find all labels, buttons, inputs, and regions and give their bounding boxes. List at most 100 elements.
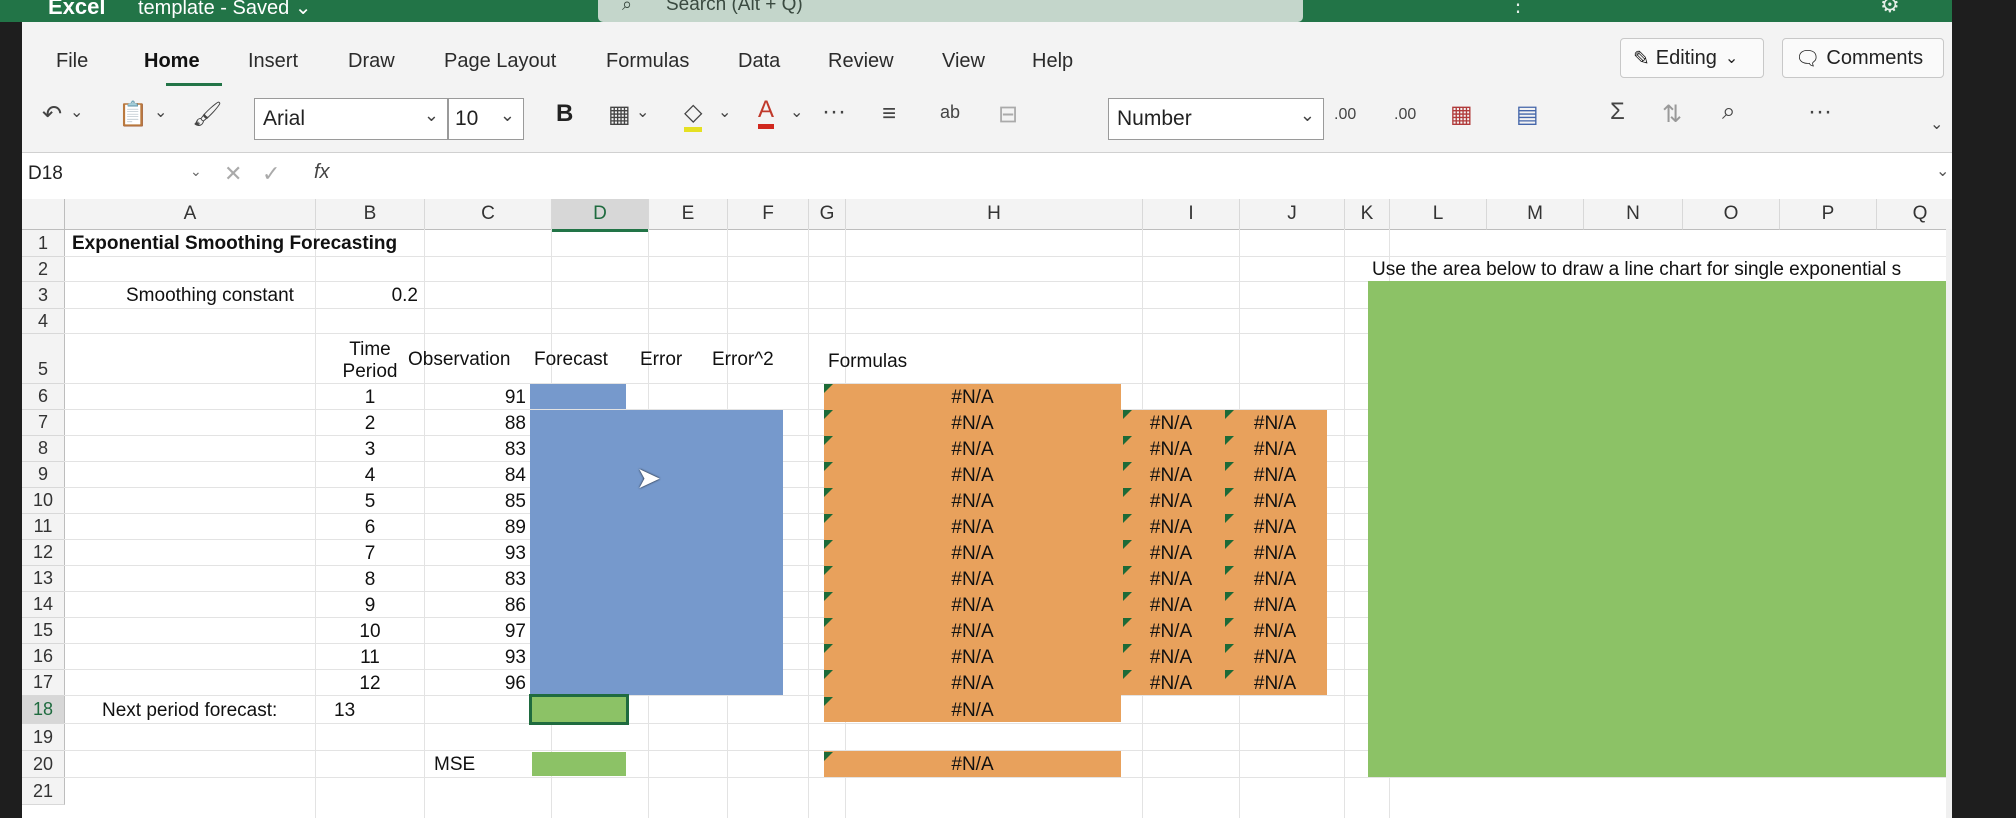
column-header-b[interactable]: B (316, 199, 425, 230)
row-header-18[interactable]: 18 (22, 696, 65, 724)
name-box-dropdown-icon[interactable]: ⌄ (190, 163, 202, 180)
row-header-21[interactable]: 21 (22, 778, 65, 805)
tab-home[interactable]: Home (144, 50, 200, 73)
time-period-cell[interactable]: 12 (318, 673, 422, 695)
time-period-cell[interactable]: 7 (318, 543, 422, 565)
font-color-icon[interactable]: A (758, 96, 775, 129)
formula-na-h[interactable]: #N/A (824, 517, 1121, 539)
formulas-header[interactable]: Formulas (828, 351, 907, 373)
observation-cell[interactable]: 93 (426, 647, 526, 669)
formula-na-j[interactable]: #N/A (1225, 465, 1325, 487)
expand-formula-bar-icon[interactable]: ⌄ (1936, 161, 1949, 181)
formula-na-h[interactable]: #N/A (824, 413, 1121, 435)
mse-label[interactable]: MSE (434, 754, 475, 776)
enter-icon[interactable]: ✓ (262, 161, 280, 187)
expand-ribbon-icon[interactable]: ⌄ (1930, 114, 1943, 134)
column-header-p[interactable]: P (1780, 199, 1877, 230)
column-header-o[interactable]: O (1683, 199, 1780, 230)
error-squared-header[interactable]: Error^2 (712, 349, 774, 371)
more-options-button[interactable]: ··· (1808, 98, 1832, 126)
column-header-a[interactable]: A (65, 199, 316, 230)
formula-na-i[interactable]: #N/A (1121, 465, 1221, 487)
formula-na-h[interactable]: #N/A (824, 673, 1121, 695)
row-header-3[interactable]: 3 (22, 282, 65, 309)
time-period-cell[interactable]: 11 (318, 647, 422, 669)
sort-filter-icon[interactable]: ⇅ (1662, 100, 1682, 129)
editing-button[interactable]: ✎ Editing ⌄ (1620, 38, 1764, 78)
column-header-h[interactable]: H (846, 199, 1143, 230)
observation-cell[interactable]: 85 (426, 491, 526, 513)
increase-decimal-button[interactable]: .00 (1334, 106, 1356, 124)
time-period-cell[interactable]: 3 (318, 439, 422, 461)
font-size-select[interactable]: 10 ⌄ (448, 98, 524, 140)
find-icon[interactable]: ⌕ (1722, 98, 1735, 126)
format-as-table-icon[interactable]: ▤ (1516, 100, 1539, 129)
column-header-i[interactable]: I (1143, 199, 1240, 230)
paste-icon[interactable]: 📋 (118, 100, 148, 129)
formula-na-h[interactable]: #N/A (824, 439, 1121, 461)
formula-na-i[interactable]: #N/A (1121, 621, 1221, 643)
observation-cell[interactable]: 93 (426, 543, 526, 565)
merge-icon[interactable]: ⊟ (998, 100, 1018, 129)
select-all-corner[interactable] (22, 199, 65, 230)
formula-na-h[interactable]: #N/A (824, 465, 1121, 487)
formula-na-j[interactable]: #N/A (1225, 413, 1325, 435)
format-painter-icon[interactable]: 🖌 (192, 100, 222, 129)
time-period-cell[interactable]: 6 (318, 517, 422, 539)
observation-cell[interactable]: 83 (426, 439, 526, 461)
row-header-7[interactable]: 7 (22, 410, 65, 436)
time-period-cell[interactable]: 10 (318, 621, 422, 643)
formula-na-h[interactable]: #N/A (824, 569, 1121, 591)
row-header-1[interactable]: 1 (22, 230, 65, 257)
formula-na-j[interactable]: #N/A (1225, 673, 1325, 695)
formula-na-h[interactable]: #N/A (824, 647, 1121, 669)
forecast-fill-d6[interactable] (530, 384, 626, 409)
document-title[interactable]: template - Saved ⌄ (138, 0, 312, 20)
time-period-header-2[interactable]: Period (318, 361, 422, 383)
tab-view[interactable]: View (942, 50, 985, 73)
selected-cell-d18[interactable] (529, 694, 629, 725)
fill-color-dropdown-icon[interactable]: ⌄ (718, 102, 731, 122)
tab-draw[interactable]: Draw (348, 50, 395, 73)
formula-na-i[interactable]: #N/A (1121, 543, 1221, 565)
row-header-6[interactable]: 6 (22, 384, 65, 410)
chart-area[interactable] (1368, 281, 1946, 777)
column-header-e[interactable]: E (649, 199, 728, 230)
formula-na-i[interactable]: #N/A (1121, 439, 1221, 461)
column-header-g[interactable]: G (809, 199, 846, 230)
column-header-c[interactable]: C (425, 199, 552, 230)
worksheet-grid[interactable]: A B C D E F G H I J K L M N O P Q 1 2 3 … (22, 199, 1952, 818)
chart-instruction[interactable]: Use the area below to draw a line chart … (1372, 259, 1901, 281)
observation-cell[interactable]: 88 (426, 413, 526, 435)
time-period-cell[interactable]: 4 (318, 465, 422, 487)
row-header-14[interactable]: 14 (22, 592, 65, 618)
font-color-dropdown-icon[interactable]: ⌄ (790, 102, 803, 122)
formula-na-j[interactable]: #N/A (1225, 569, 1325, 591)
tab-review[interactable]: Review (828, 50, 894, 73)
formula-na-h[interactable]: #N/A (824, 387, 1121, 409)
tab-insert[interactable]: Insert (248, 50, 298, 73)
row-header-11[interactable]: 11 (22, 514, 65, 540)
column-header-q[interactable]: Q (1877, 199, 1952, 230)
wrap-text-icon[interactable]: ab (940, 102, 960, 123)
undo-dropdown-icon[interactable]: ⌄ (70, 102, 83, 122)
borders-dropdown-icon[interactable]: ⌄ (636, 102, 649, 122)
mse-cell-d20[interactable] (532, 752, 626, 776)
formula-na-j[interactable]: #N/A (1225, 439, 1325, 461)
borders-icon[interactable]: ▦ (608, 100, 631, 129)
formula-na-h[interactable]: #N/A (824, 491, 1121, 513)
row-header-8[interactable]: 8 (22, 436, 65, 462)
time-period-header-1[interactable]: Time (318, 339, 422, 361)
tab-data[interactable]: Data (738, 50, 780, 73)
comments-button[interactable]: 🗨 Comments (1782, 38, 1944, 78)
formula-na-i[interactable]: #N/A (1121, 569, 1221, 591)
more-font-options-button[interactable]: ··· (822, 98, 846, 126)
row-header-9[interactable]: 9 (22, 462, 65, 488)
vertical-scrollbar[interactable] (1946, 229, 1952, 818)
column-header-j[interactable]: J (1240, 199, 1345, 230)
undo-icon[interactable]: ↶ (42, 100, 62, 129)
tab-file[interactable]: File (56, 50, 88, 73)
column-header-l[interactable]: L (1390, 199, 1487, 230)
formula-na-h[interactable]: #N/A (824, 621, 1121, 643)
formula-na-i[interactable]: #N/A (1121, 673, 1221, 695)
